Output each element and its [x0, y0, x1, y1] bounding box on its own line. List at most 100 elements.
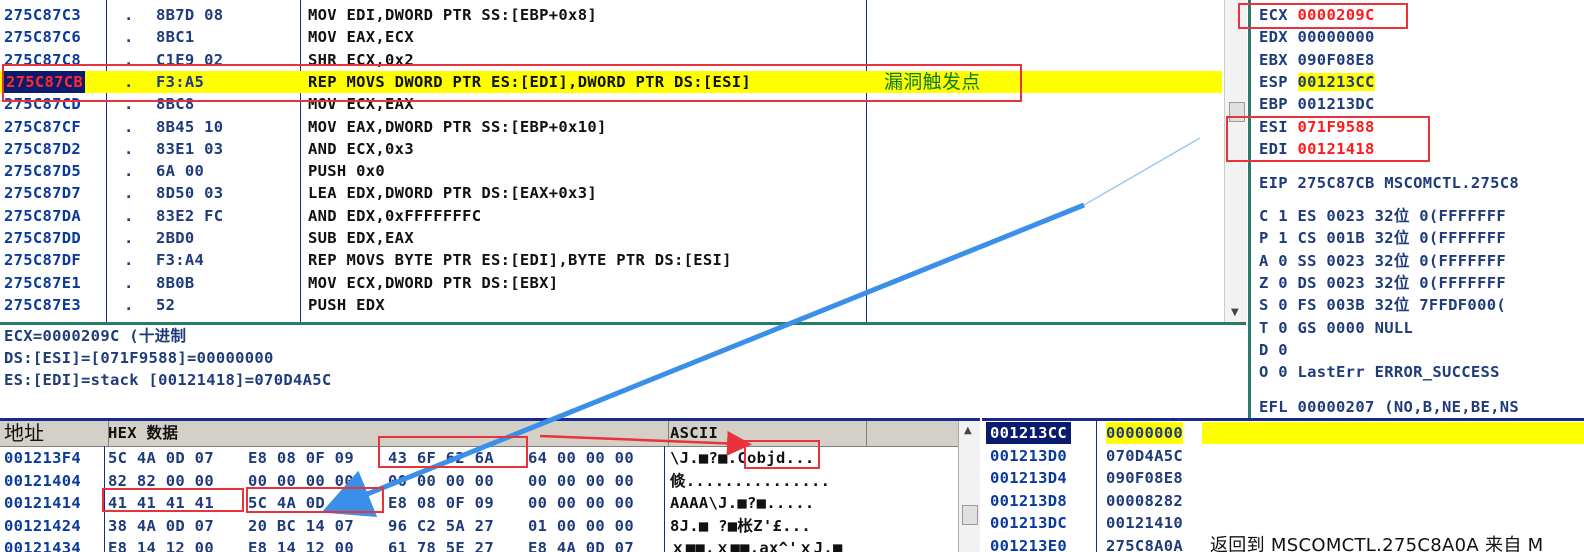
annotation-box-overwritten-value — [246, 487, 384, 513]
flag-segment-row[interactable]: Z 0 DS 0023 32位 0(FFFFFFF — [1259, 272, 1506, 294]
disasm-instruction: MOV EAX,ECX — [308, 26, 414, 48]
disasm-opcode: F3:A4 — [156, 249, 204, 271]
flag-segment-row[interactable]: A 0 SS 0023 32位 0(FFFFFFF — [1259, 250, 1506, 272]
annotation-box-aaaa — [102, 488, 244, 512]
scrollbar-thumb[interactable] — [962, 505, 978, 525]
dump-address: 001213F4 — [4, 447, 81, 469]
register-name: EDX — [1259, 28, 1288, 46]
disasm-marker: . — [124, 294, 134, 316]
disasm-instruction: PUSH 0x0 — [308, 160, 385, 182]
stack-row[interactable]: 001213CC00000000 — [982, 422, 1584, 444]
flag-segment-row[interactable]: S 0 FS 003B 32位 7FFDF000( — [1259, 294, 1506, 316]
register-value: 090F08E8 — [1298, 51, 1375, 69]
stack-row[interactable]: 001213D4090F08E8 — [982, 467, 1584, 489]
dump-hex-group: 00 00 00 00 — [528, 492, 634, 514]
register-row[interactable]: EBX 090F08E8 — [1259, 49, 1375, 71]
dump-hex-group: 64 00 00 00 — [528, 447, 634, 469]
dump-ascii: 倐............... — [670, 470, 830, 492]
info-line: ES:[EDI]=stack [00121418]=070D4A5C — [4, 369, 331, 391]
disasm-row[interactable]: 275C87DA.83E2 FCAND EDX,0xFFFFFFFC — [0, 205, 1222, 227]
disasm-address: 275C87D5 — [4, 160, 81, 182]
stack-row[interactable]: 001213DC00121410 — [982, 512, 1584, 534]
disasm-opcode: 8D50 03 — [156, 182, 223, 204]
disasm-marker: . — [124, 182, 134, 204]
disasm-instruction: REP MOVS BYTE PTR ES:[EDI],BYTE PTR DS:[… — [308, 249, 732, 271]
register-value: 001213CC — [1298, 73, 1375, 91]
annotation-box-trigger-instruction — [2, 64, 1022, 102]
disasm-instruction: SUB EDX,EAX — [308, 227, 414, 249]
dump-hex-group: 38 4A 0D 07 — [108, 515, 214, 537]
disasm-instruction: LEA EDX,DWORD PTR DS:[EAX+0x3] — [308, 182, 597, 204]
disasm-address: 275C87DA — [4, 205, 81, 227]
registers-pane[interactable]: ECX 0000209CEDX 00000000EBX 090F08E8ESP … — [1248, 0, 1584, 418]
register-name: EBP — [1259, 95, 1288, 113]
disasm-row[interactable]: 275C87D2.83E1 03AND ECX,0x3 — [0, 138, 1222, 160]
dump-hex-group: E8 08 0F 09 — [388, 492, 494, 514]
disasm-row[interactable]: 275C87D5. 6A 00 PUSH 0x0 — [0, 160, 1222, 182]
disasm-instruction: MOV EDI,DWORD PTR SS:[EBP+0x8] — [308, 4, 597, 26]
flag-segment-row[interactable]: C 1 ES 0023 32位 0(FFFFFFF — [1259, 205, 1506, 227]
stack-address: 001213D0 — [990, 445, 1067, 467]
disasm-marker: . — [124, 227, 134, 249]
disassembly-pane[interactable]: 275C87C3. 8B7D 08 MOV EDI,DWORD PTR SS:[EB… — [0, 0, 1222, 322]
disasm-address: 275C87DD — [4, 227, 81, 249]
stack-row[interactable]: 001213D800008282 — [982, 490, 1584, 512]
dump-ascii: ｘ■■.ｘ■■.ax^'ｘJ.■ — [670, 537, 843, 552]
disasm-marker: . — [124, 160, 134, 182]
disasm-opcode: 8B7D 08 — [156, 4, 223, 26]
register-value: 001213DC — [1298, 95, 1375, 113]
dump-hex-group: E8 14 12 00 — [108, 537, 214, 552]
dump-hex-group: 61 78 5E 27 — [388, 537, 494, 552]
disasm-row[interactable]: 275C87DF.F3:A4REP MOVS BYTE PTR ES:[EDI]… — [0, 249, 1222, 271]
stack-highlight — [1202, 422, 1584, 444]
annotation-box-cobj-hex — [378, 436, 528, 468]
disasm-row[interactable]: 275C87E3.52PUSH EDX — [0, 294, 1222, 316]
dump-scrollbar[interactable]: ▲ — [958, 421, 980, 552]
disasm-address: 275C87E3 — [4, 294, 81, 316]
register-row[interactable]: EBP 001213DC — [1259, 93, 1375, 115]
register-row[interactable]: ESP 001213CC — [1259, 71, 1375, 93]
disasm-row[interactable]: 275C87C3.8B7D 08MOV EDI,DWORD PTR SS:[EB… — [0, 4, 1222, 26]
dump-address: 00121424 — [4, 515, 81, 537]
column-divider — [664, 446, 665, 552]
dump-hex-group: E8 08 0F 09 — [248, 447, 354, 469]
disasm-row[interactable]: 275C87C6.8BC1MOV EAX,ECX — [0, 26, 1222, 48]
dump-header-address[interactable]: 地址 — [0, 421, 109, 446]
disasm-instruction: PUSH EDX — [308, 294, 385, 316]
stack-row[interactable]: 001213D0070D4A5C — [982, 445, 1584, 467]
disasm-row[interactable]: 275C87E1.8B0BMOV ECX,DWORD PTR DS:[EBX] — [0, 272, 1222, 294]
disasm-opcode: 8B45 10 — [156, 116, 223, 138]
dump-hex-group: 20 BC 14 07 — [248, 515, 354, 537]
disasm-opcode: 2BD0 — [156, 227, 195, 249]
disasm-marker: . — [124, 272, 134, 294]
stack-pane[interactable]: 001213CC00000000001213D0070D4A5C001213D4… — [982, 418, 1584, 552]
register-name: EBX — [1259, 51, 1288, 69]
dump-hex-group: 01 00 00 00 — [528, 515, 634, 537]
flag-segment-row[interactable]: P 1 CS 001B 32位 0(FFFFFFF — [1259, 227, 1506, 249]
stack-row[interactable]: 001213E0275C8A0A返回到 MSCOMCTL.275C8A0A 来自… — [982, 535, 1584, 552]
stack-address: 001213E0 — [990, 535, 1067, 552]
disasm-address: 275C87C3 — [4, 4, 81, 26]
disasm-row[interactable]: 275C87CF.8B45 10MOV EAX,DWORD PTR SS:[EB… — [0, 116, 1222, 138]
disasm-opcode: 6A 00 — [156, 160, 204, 182]
disasm-instruction: MOV EAX,DWORD PTR SS:[EBP+0x10] — [308, 116, 607, 138]
scroll-up-arrow-icon[interactable]: ▲ — [964, 425, 972, 436]
flag-segment-row[interactable]: D 0 — [1259, 339, 1288, 361]
disasm-row[interactable]: 275C87DD. 2BD0 SUB EDX,EAX — [0, 227, 1222, 249]
scroll-down-arrow-icon[interactable]: ▼ — [1231, 307, 1239, 318]
register-row[interactable]: EDX 00000000 — [1259, 26, 1375, 48]
flag-segment-row[interactable]: O 0 LastErr ERROR_SUCCESS — [1259, 361, 1500, 383]
stack-comment: 返回到 MSCOMCTL.275C8A0A 来自 M — [1210, 535, 1544, 552]
disasm-address: 275C87D7 — [4, 182, 81, 204]
disasm-marker: . — [124, 116, 134, 138]
efl-row[interactable]: EFL 00000207 (NO,B,NE,BE,NS — [1259, 396, 1519, 418]
disasm-marker: . — [124, 138, 134, 160]
dump-hex-group: 96 C2 5A 27 — [388, 515, 494, 537]
flag-segment-row[interactable]: T 0 GS 0000 NULL — [1259, 317, 1413, 339]
dump-ascii: AAAA\J.■?■..... — [670, 492, 814, 514]
stack-address: 001213D4 — [990, 467, 1067, 489]
stack-address: 001213DC — [990, 512, 1067, 534]
disasm-row[interactable]: 275C87D7. 8D50 03 LEA EDX,DWORD PTR DS:[EA… — [0, 182, 1222, 204]
eip-row[interactable]: EIP 275C87CB MSCOMCTL.275C8 — [1259, 172, 1519, 194]
dump-hex-group: 00 00 00 00 — [388, 470, 494, 492]
